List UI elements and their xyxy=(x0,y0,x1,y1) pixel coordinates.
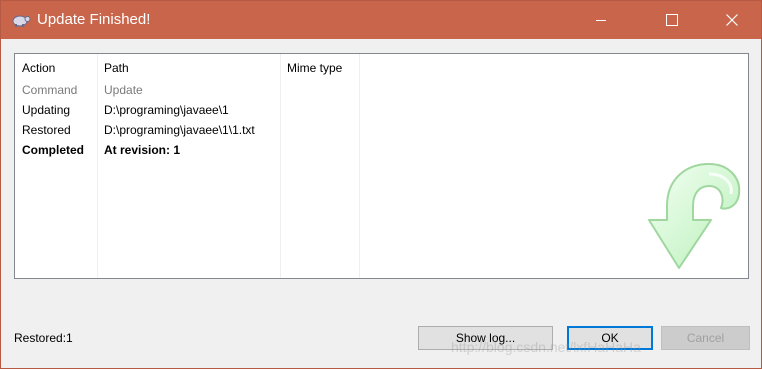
dialog-body: Action Path Mime type Command Update Upd… xyxy=(1,39,761,368)
window-title: Update Finished! xyxy=(37,11,151,28)
row-action: Updating xyxy=(22,103,71,117)
row-action: Command xyxy=(22,83,78,97)
minimize-icon xyxy=(595,14,607,26)
results-list[interactable]: Action Path Mime type Command Update Upd… xyxy=(14,53,749,279)
status-text: Restored:1 xyxy=(14,331,73,345)
header-mime-type[interactable]: Mime type xyxy=(287,61,342,75)
row-path: D:\programing\javaee\1\1.txt xyxy=(104,123,255,137)
update-arrow-icon xyxy=(619,150,743,274)
column-mime-type xyxy=(281,54,360,278)
row-path: At revision: 1 xyxy=(104,143,181,157)
row-action: Restored xyxy=(22,123,71,137)
row-action: Completed xyxy=(22,143,85,157)
tortoise-icon xyxy=(11,11,31,29)
watermark: http://blog.csdn.net/lxfHaHaHa xyxy=(451,339,641,355)
row-path: D:\programing\javaee\1 xyxy=(104,103,229,117)
minimize-button[interactable] xyxy=(578,1,624,39)
row-path: Update xyxy=(104,83,143,97)
update-dialog: Update Finished! Action Path Mime type C… xyxy=(0,0,762,369)
maximize-icon xyxy=(666,14,678,26)
header-path[interactable]: Path xyxy=(104,61,129,75)
header-action[interactable]: Action xyxy=(22,61,55,75)
title-bar: Update Finished! xyxy=(1,1,761,39)
maximize-button[interactable] xyxy=(649,1,695,39)
close-button[interactable] xyxy=(709,1,755,39)
cancel-button: Cancel xyxy=(661,326,750,350)
close-icon xyxy=(726,14,738,26)
